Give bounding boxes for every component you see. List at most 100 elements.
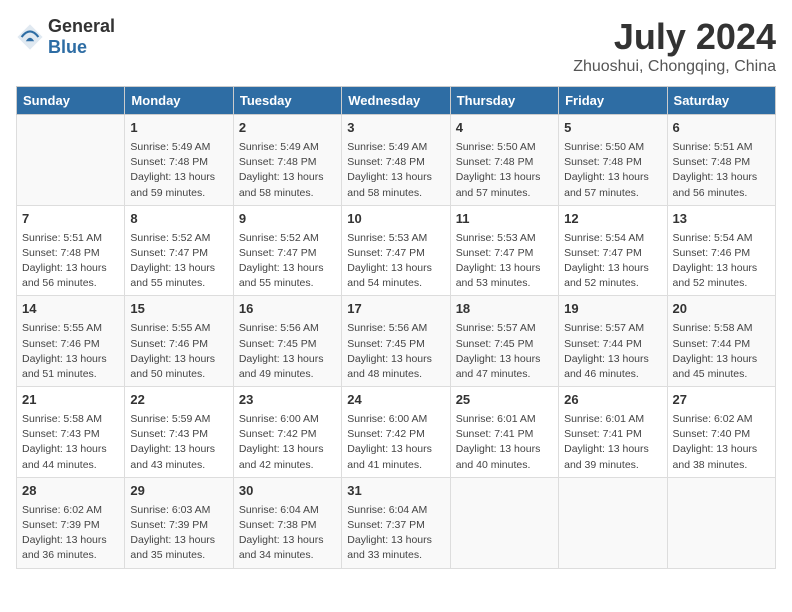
page-subtitle: Zhuoshui, Chongqing, China (573, 58, 776, 76)
logo-blue: Blue (48, 37, 87, 57)
day-number: 10 (347, 210, 444, 229)
logo-general: General (48, 16, 115, 36)
day-number: 23 (239, 391, 336, 410)
cell-content: Sunrise: 5:49 AM Sunset: 7:48 PM Dayligh… (130, 140, 227, 201)
cell-content: Sunrise: 5:51 AM Sunset: 7:48 PM Dayligh… (22, 231, 119, 292)
calendar-cell: 15 Sunrise: 5:55 AM Sunset: 7:46 PM Dayli… (125, 296, 233, 387)
calendar-cell: 10 Sunrise: 5:53 AM Sunset: 7:47 PM Dayli… (342, 205, 450, 296)
day-number: 12 (564, 210, 661, 229)
day-number: 31 (347, 482, 444, 501)
day-number: 1 (130, 119, 227, 138)
cell-content: Sunrise: 6:04 AM Sunset: 7:38 PM Dayligh… (239, 503, 336, 564)
day-number: 20 (673, 300, 770, 319)
cell-content: Sunrise: 6:02 AM Sunset: 7:39 PM Dayligh… (22, 503, 119, 564)
calendar-cell: 26 Sunrise: 6:01 AM Sunset: 7:41 PM Dayli… (559, 387, 667, 478)
cell-content: Sunrise: 5:54 AM Sunset: 7:46 PM Dayligh… (673, 231, 770, 292)
cell-content: Sunrise: 5:49 AM Sunset: 7:48 PM Dayligh… (239, 140, 336, 201)
column-header-saturday: Saturday (667, 87, 775, 115)
calendar-cell: 22 Sunrise: 5:59 AM Sunset: 7:43 PM Dayli… (125, 387, 233, 478)
column-header-wednesday: Wednesday (342, 87, 450, 115)
logo-icon (16, 23, 44, 51)
cell-content: Sunrise: 5:55 AM Sunset: 7:46 PM Dayligh… (130, 321, 227, 382)
calendar-cell: 31Sunrise: 6:04 AM Sunset: 7:37 PM Dayli… (342, 477, 450, 568)
calendar-cell (17, 115, 125, 206)
calendar-cell: 9 Sunrise: 5:52 AM Sunset: 7:47 PM Daylig… (233, 205, 341, 296)
cell-content: Sunrise: 5:50 AM Sunset: 7:48 PM Dayligh… (564, 140, 661, 201)
calendar-cell: 4 Sunrise: 5:50 AM Sunset: 7:48 PM Daylig… (450, 115, 558, 206)
calendar-cell: 17 Sunrise: 5:56 AM Sunset: 7:45 PM Dayli… (342, 296, 450, 387)
cell-content: Sunrise: 5:56 AM Sunset: 7:45 PM Dayligh… (239, 321, 336, 382)
cell-content: Sunrise: 5:53 AM Sunset: 7:47 PM Dayligh… (456, 231, 553, 292)
calendar-cell: 30 Sunrise: 6:04 AM Sunset: 7:38 PM Dayli… (233, 477, 341, 568)
calendar-week-row: 14 Sunrise: 5:55 AM Sunset: 7:46 PM Dayli… (17, 296, 776, 387)
calendar-cell: 1 Sunrise: 5:49 AM Sunset: 7:48 PM Daylig… (125, 115, 233, 206)
cell-content: Sunrise: 6:01 AM Sunset: 7:41 PM Dayligh… (456, 412, 553, 473)
calendar-cell: 2Sunrise: 5:49 AM Sunset: 7:48 PM Daylig… (233, 115, 341, 206)
cell-content: Sunrise: 5:53 AM Sunset: 7:47 PM Dayligh… (347, 231, 444, 292)
day-number: 14 (22, 300, 119, 319)
calendar-cell: 24 Sunrise: 6:00 AM Sunset: 7:42 PM Dayli… (342, 387, 450, 478)
calendar-cell: 3Sunrise: 5:49 AM Sunset: 7:48 PM Daylig… (342, 115, 450, 206)
cell-content: Sunrise: 6:00 AM Sunset: 7:42 PM Dayligh… (239, 412, 336, 473)
calendar-cell: 21Sunrise: 5:58 AM Sunset: 7:43 PM Dayli… (17, 387, 125, 478)
day-number: 30 (239, 482, 336, 501)
calendar-table: SundayMondayTuesdayWednesdayThursdayFrid… (16, 86, 776, 569)
day-number: 25 (456, 391, 553, 410)
day-number: 6 (673, 119, 770, 138)
calendar-cell: 19 Sunrise: 5:57 AM Sunset: 7:44 PM Dayli… (559, 296, 667, 387)
calendar-cell: 27 Sunrise: 6:02 AM Sunset: 7:40 PM Dayli… (667, 387, 775, 478)
page-title: July 2024 (573, 16, 776, 58)
cell-content: Sunrise: 6:00 AM Sunset: 7:42 PM Dayligh… (347, 412, 444, 473)
day-number: 9 (239, 210, 336, 229)
cell-content: Sunrise: 5:57 AM Sunset: 7:45 PM Dayligh… (456, 321, 553, 382)
calendar-week-row: 1 Sunrise: 5:49 AM Sunset: 7:48 PM Daylig… (17, 115, 776, 206)
calendar-cell: 20Sunrise: 5:58 AM Sunset: 7:44 PM Dayli… (667, 296, 775, 387)
column-header-monday: Monday (125, 87, 233, 115)
calendar-cell (667, 477, 775, 568)
day-number: 19 (564, 300, 661, 319)
day-number: 15 (130, 300, 227, 319)
calendar-cell: 29 Sunrise: 6:03 AM Sunset: 7:39 PM Dayli… (125, 477, 233, 568)
calendar-cell: 14Sunrise: 5:55 AM Sunset: 7:46 PM Dayli… (17, 296, 125, 387)
day-number: 22 (130, 391, 227, 410)
cell-content: Sunrise: 5:49 AM Sunset: 7:48 PM Dayligh… (347, 140, 444, 201)
cell-content: Sunrise: 5:52 AM Sunset: 7:47 PM Dayligh… (130, 231, 227, 292)
calendar-cell: 25 Sunrise: 6:01 AM Sunset: 7:41 PM Dayli… (450, 387, 558, 478)
cell-content: Sunrise: 5:51 AM Sunset: 7:48 PM Dayligh… (673, 140, 770, 201)
cell-content: Sunrise: 5:59 AM Sunset: 7:43 PM Dayligh… (130, 412, 227, 473)
day-number: 7 (22, 210, 119, 229)
calendar-week-row: 28Sunrise: 6:02 AM Sunset: 7:39 PM Dayli… (17, 477, 776, 568)
day-number: 11 (456, 210, 553, 229)
calendar-header-row: SundayMondayTuesdayWednesdayThursdayFrid… (17, 87, 776, 115)
day-number: 13 (673, 210, 770, 229)
day-number: 24 (347, 391, 444, 410)
day-number: 26 (564, 391, 661, 410)
cell-content: Sunrise: 5:52 AM Sunset: 7:47 PM Dayligh… (239, 231, 336, 292)
logo: General Blue (16, 16, 115, 58)
calendar-cell: 5 Sunrise: 5:50 AM Sunset: 7:48 PM Daylig… (559, 115, 667, 206)
cell-content: Sunrise: 6:02 AM Sunset: 7:40 PM Dayligh… (673, 412, 770, 473)
cell-content: Sunrise: 6:01 AM Sunset: 7:41 PM Dayligh… (564, 412, 661, 473)
calendar-cell: 12Sunrise: 5:54 AM Sunset: 7:47 PM Dayli… (559, 205, 667, 296)
cell-content: Sunrise: 5:58 AM Sunset: 7:43 PM Dayligh… (22, 412, 119, 473)
column-header-tuesday: Tuesday (233, 87, 341, 115)
cell-content: Sunrise: 5:50 AM Sunset: 7:48 PM Dayligh… (456, 140, 553, 201)
day-number: 27 (673, 391, 770, 410)
day-number: 29 (130, 482, 227, 501)
column-header-thursday: Thursday (450, 87, 558, 115)
cell-content: Sunrise: 6:03 AM Sunset: 7:39 PM Dayligh… (130, 503, 227, 564)
cell-content: Sunrise: 5:56 AM Sunset: 7:45 PM Dayligh… (347, 321, 444, 382)
cell-content: Sunrise: 5:57 AM Sunset: 7:44 PM Dayligh… (564, 321, 661, 382)
day-number: 18 (456, 300, 553, 319)
calendar-cell: 18 Sunrise: 5:57 AM Sunset: 7:45 PM Dayli… (450, 296, 558, 387)
calendar-cell: 8 Sunrise: 5:52 AM Sunset: 7:47 PM Daylig… (125, 205, 233, 296)
page-header: General Blue July 2024 Zhuoshui, Chongqi… (16, 16, 776, 76)
calendar-cell: 16Sunrise: 5:56 AM Sunset: 7:45 PM Dayli… (233, 296, 341, 387)
day-number: 17 (347, 300, 444, 319)
day-number: 5 (564, 119, 661, 138)
day-number: 8 (130, 210, 227, 229)
calendar-cell (450, 477, 558, 568)
column-header-friday: Friday (559, 87, 667, 115)
day-number: 4 (456, 119, 553, 138)
calendar-week-row: 21Sunrise: 5:58 AM Sunset: 7:43 PM Dayli… (17, 387, 776, 478)
